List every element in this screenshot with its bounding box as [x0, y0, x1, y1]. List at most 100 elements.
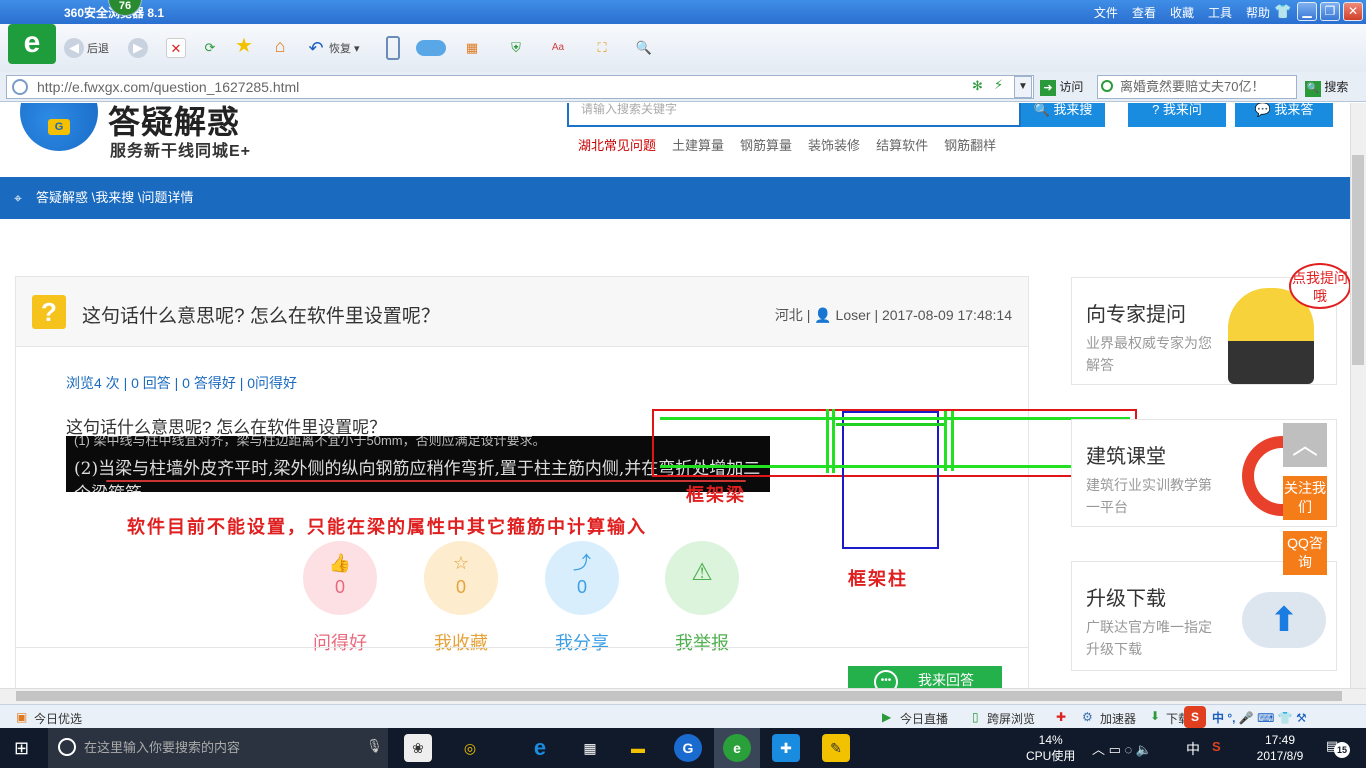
stirrup-line — [944, 411, 947, 471]
hot-link[interactable]: 湖北常见问题 — [578, 135, 656, 154]
site-mascot-logo[interactable] — [20, 103, 98, 151]
search-icon: 🔍 — [1033, 103, 1050, 117]
site-search-input[interactable]: 请输入搜索关键字 — [567, 103, 1021, 127]
app-swirl-icon[interactable]: ◎ — [456, 734, 484, 762]
today-picks-link[interactable]: 今日优选 — [34, 710, 82, 727]
skin-icon[interactable]: 👕 — [1274, 3, 1291, 20]
search-site-button[interactable]: 🔍 我来搜 — [1021, 103, 1105, 127]
apps-grid-icon[interactable]: ▦ — [462, 38, 482, 58]
store-icon[interactable]: ▦ — [576, 734, 604, 762]
browser-360-task-icon[interactable]: e — [723, 734, 751, 762]
ask-button[interactable]: ? 我来问 — [1128, 103, 1226, 127]
restore-tab-button[interactable]: ↶ 恢复 ▾ — [306, 36, 359, 60]
phone-icon: ▯ — [972, 710, 979, 724]
question-meta: 河北 | 👤 Loser | 2017-08-09 17:48:14 — [774, 307, 1012, 323]
favorites-star-icon[interactable]: ★ — [234, 36, 254, 56]
today-live-link[interactable]: 今日直播 — [900, 710, 948, 727]
minimize-button[interactable]: ▁ — [1297, 2, 1317, 21]
back-to-top-button[interactable]: ︿ — [1283, 423, 1327, 467]
hot-link[interactable]: 装饰装修 — [808, 135, 860, 154]
menu-favorites[interactable]: 收藏 — [1170, 4, 1194, 21]
app-plus-icon[interactable]: ✚ — [772, 734, 800, 762]
search-button[interactable]: 🔍 搜索 — [1305, 76, 1348, 98]
ime-toolbar-icons[interactable]: 中 °, 🎤 ⌨ 👕 ⚒ — [1212, 709, 1307, 726]
like-label: 问得好 — [313, 633, 367, 653]
microphone-icon[interactable]: 🎙 — [366, 738, 383, 754]
breadcrumb-text[interactable]: 答疑解惑 \我来搜 \问题详情 — [36, 190, 193, 205]
back-button[interactable]: ◀ 后退 — [64, 36, 109, 60]
screenshot-icon[interactable]: ⛶ — [592, 38, 612, 58]
stirrup-line — [951, 411, 954, 471]
windows-taskbar: ⊞ 在这里输入你要搜索的内容 🎙 ❀ ◎ e ▦ ▬ G e ✚ ✎ 14% C… — [0, 728, 1366, 768]
question-icon: ? — [1152, 103, 1160, 117]
red-underline — [106, 480, 746, 482]
accelerator-link[interactable]: 加速器 — [1100, 710, 1136, 727]
like-button[interactable]: 👍 0 问得好 — [303, 541, 377, 655]
search-site-label: 我来搜 — [1053, 103, 1093, 117]
answer-site-button[interactable]: 💬 我来答 — [1235, 103, 1333, 127]
clock[interactable]: 17:49 2017/8/9 — [1240, 732, 1320, 764]
share-button[interactable]: ⤴ 0 我分享 — [545, 541, 619, 655]
mobile-icon[interactable] — [386, 36, 400, 60]
hot-link[interactable]: 结算软件 — [876, 135, 928, 154]
edge-browser-icon[interactable]: e — [526, 734, 554, 762]
like-circle: 👍 0 — [303, 541, 377, 615]
menu-help[interactable]: 帮助 — [1246, 4, 1270, 21]
notes-app-icon[interactable]: ✎ — [822, 734, 850, 762]
loading-icon: ✻ — [972, 78, 983, 93]
file-explorer-icon[interactable]: ▬ — [624, 734, 652, 762]
follow-us-button[interactable]: 关注我们 — [1283, 476, 1327, 520]
sogou-ime-icon[interactable]: S — [1184, 706, 1206, 728]
hot-link[interactable]: 钢筋算量 — [740, 135, 792, 154]
sogou-tray-icon[interactable]: S — [1212, 739, 1221, 754]
favorite-count: 0 — [455, 577, 466, 597]
restore-window-button[interactable]: ❐ — [1320, 2, 1340, 21]
breadcrumb: ⌖ 答疑解惑 \我来搜 \问题详情 — [0, 177, 1350, 219]
favorite-button[interactable]: ☆ 0 我收藏 — [424, 541, 498, 655]
image-text-line1: (1) 梁中线与柱中线宜对齐，梁与柱边距离不宜小于50mm，否则应满足设计要求。 — [74, 436, 546, 448]
ask-expert-bubble[interactable]: 点我提问哦 — [1289, 263, 1350, 309]
menu-view[interactable]: 查看 — [1132, 4, 1156, 21]
qq-consult-button[interactable]: QQ咨询 — [1283, 531, 1327, 575]
upload-cloud-icon: ⬆ — [1242, 592, 1326, 648]
shield-icon[interactable]: ⛨ — [506, 38, 526, 58]
glodon-app-icon[interactable]: G — [674, 734, 702, 762]
hot-link[interactable]: 土建算量 — [672, 135, 724, 154]
cpu-widget[interactable]: 14% CPU使用 — [1026, 732, 1075, 764]
forward-icon[interactable]: ▶ — [128, 38, 148, 58]
browser-logo-icon[interactable]: e — [8, 24, 56, 64]
visit-button[interactable]: ➜ 访问 — [1040, 76, 1083, 98]
zoom-icon[interactable]: 🔍 — [634, 38, 654, 58]
cloud-icon[interactable] — [416, 40, 446, 56]
ime-indicator[interactable]: 中 — [1186, 739, 1200, 759]
url-input[interactable]: http://e.fwxgx.com/question_1627285.html — [6, 75, 1034, 99]
hot-link[interactable]: 钢筋翻样 — [944, 135, 996, 154]
close-window-button[interactable]: ✕ — [1343, 2, 1363, 21]
taskbar-search-input[interactable]: 在这里输入你要搜索的内容 — [48, 728, 388, 768]
download-card[interactable]: 升级下载 广联达官方唯一指定升级下载 ⬆ — [1071, 561, 1337, 671]
clock-date: 2017/8/9 — [1256, 749, 1304, 763]
search-input[interactable]: 离婚竟然要赔丈夫70亿！ — [1097, 75, 1297, 99]
beam-label: 框架梁 — [686, 485, 746, 505]
refresh-icon[interactable]: ⟳ — [200, 38, 220, 58]
answer-button[interactable]: ••• 我来回答 — [848, 666, 1002, 688]
home-icon[interactable]: ⌂ — [270, 36, 290, 56]
web-page: 答疑解惑 服务新干线同城E+ 请输入搜索关键字 🔍 我来搜 ? 我来问 💬 我来… — [0, 103, 1350, 688]
vertical-scroll-thumb[interactable] — [1352, 155, 1364, 365]
horizontal-scroll-thumb[interactable] — [16, 691, 1342, 701]
search-engine-icon[interactable] — [1101, 80, 1113, 92]
menu-tools[interactable]: 工具 — [1208, 4, 1232, 21]
task-view-icon[interactable]: ❀ — [404, 734, 432, 762]
translate-icon[interactable]: Aa — [548, 38, 568, 58]
tray-icons[interactable]: ︿ ▭ ◌ 🔈 — [1092, 739, 1152, 758]
menu-file[interactable]: 文件 — [1094, 4, 1118, 21]
stop-icon[interactable]: ✕ — [166, 38, 186, 58]
go-arrow-icon: ➜ — [1040, 80, 1056, 96]
url-dropdown-icon[interactable]: ▼ — [1014, 76, 1032, 98]
rebar-line-top — [660, 417, 1130, 420]
windows-start-icon[interactable]: ⊞ — [14, 738, 29, 759]
cross-screen-link[interactable]: 跨屏浏览 — [987, 710, 1035, 727]
report-button[interactable]: ⚠ 我举报 — [665, 541, 739, 655]
speed-icon[interactable]: ⚡ — [994, 77, 1003, 93]
accelerator-icon: ⚙ — [1082, 710, 1093, 724]
